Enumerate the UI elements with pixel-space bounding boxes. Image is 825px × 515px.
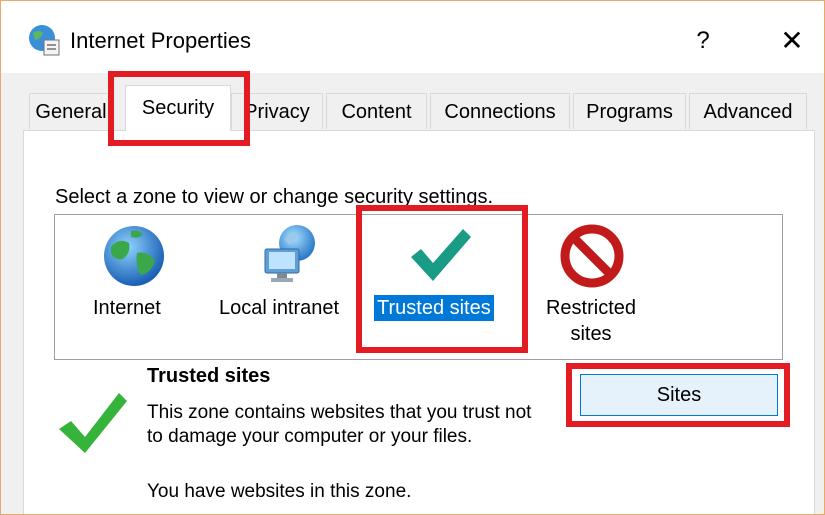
internet-properties-window: Internet Properties ? ✕ General Security… [0, 0, 825, 515]
sites-button[interactable]: Sites [580, 374, 778, 416]
zone-local-intranet[interactable]: Local intranet [215, 215, 360, 359]
tab-security[interactable]: Security [125, 85, 231, 131]
window-title: Internet Properties [70, 28, 251, 53]
zone-list[interactable]: Internet Local intranet Trusted sites Re… [54, 214, 783, 360]
zone-restricted-sites[interactable]: Restricted sites [529, 215, 655, 359]
zone-name-restricted-line2: sites [570, 323, 612, 345]
intranet-icon [264, 225, 315, 282]
zone-name-local-intranet: Local intranet [219, 297, 340, 319]
help-button[interactable]: ? [679, 19, 727, 63]
zone-internet[interactable]: Internet [55, 215, 215, 359]
zone-name-trusted-sites: Trusted sites [374, 295, 494, 321]
zone-status: You have websites in this zone. [147, 481, 412, 502]
tab-privacy[interactable]: Privacy [231, 93, 323, 129]
zone-description: This zone contains websites that you tru… [147, 402, 532, 447]
zone-title: Trusted sites [147, 365, 271, 387]
tab-connections[interactable]: Connections [430, 93, 570, 129]
title-bar: Internet Properties ? ✕ [1, 1, 824, 73]
tab-general[interactable]: General [29, 93, 113, 129]
zone-name-internet: Internet [93, 297, 161, 319]
tab-advanced[interactable]: Advanced [689, 93, 807, 129]
zone-name-restricted-line1: Restricted [545, 297, 637, 319]
prohibited-icon [560, 224, 624, 288]
zone-prompt: Select a zone to view or change security… [55, 186, 494, 208]
close-button[interactable]: ✕ [766, 19, 818, 63]
tab-content[interactable]: Content [326, 93, 427, 129]
internet-properties-icon [29, 25, 60, 56]
checkmark-icon [411, 229, 471, 281]
tab-programs[interactable]: Programs [573, 93, 686, 129]
trusted-sites-check-icon [59, 393, 127, 453]
zone-trusted-sites[interactable]: Trusted sites [369, 215, 529, 359]
globe-icon [104, 226, 164, 286]
